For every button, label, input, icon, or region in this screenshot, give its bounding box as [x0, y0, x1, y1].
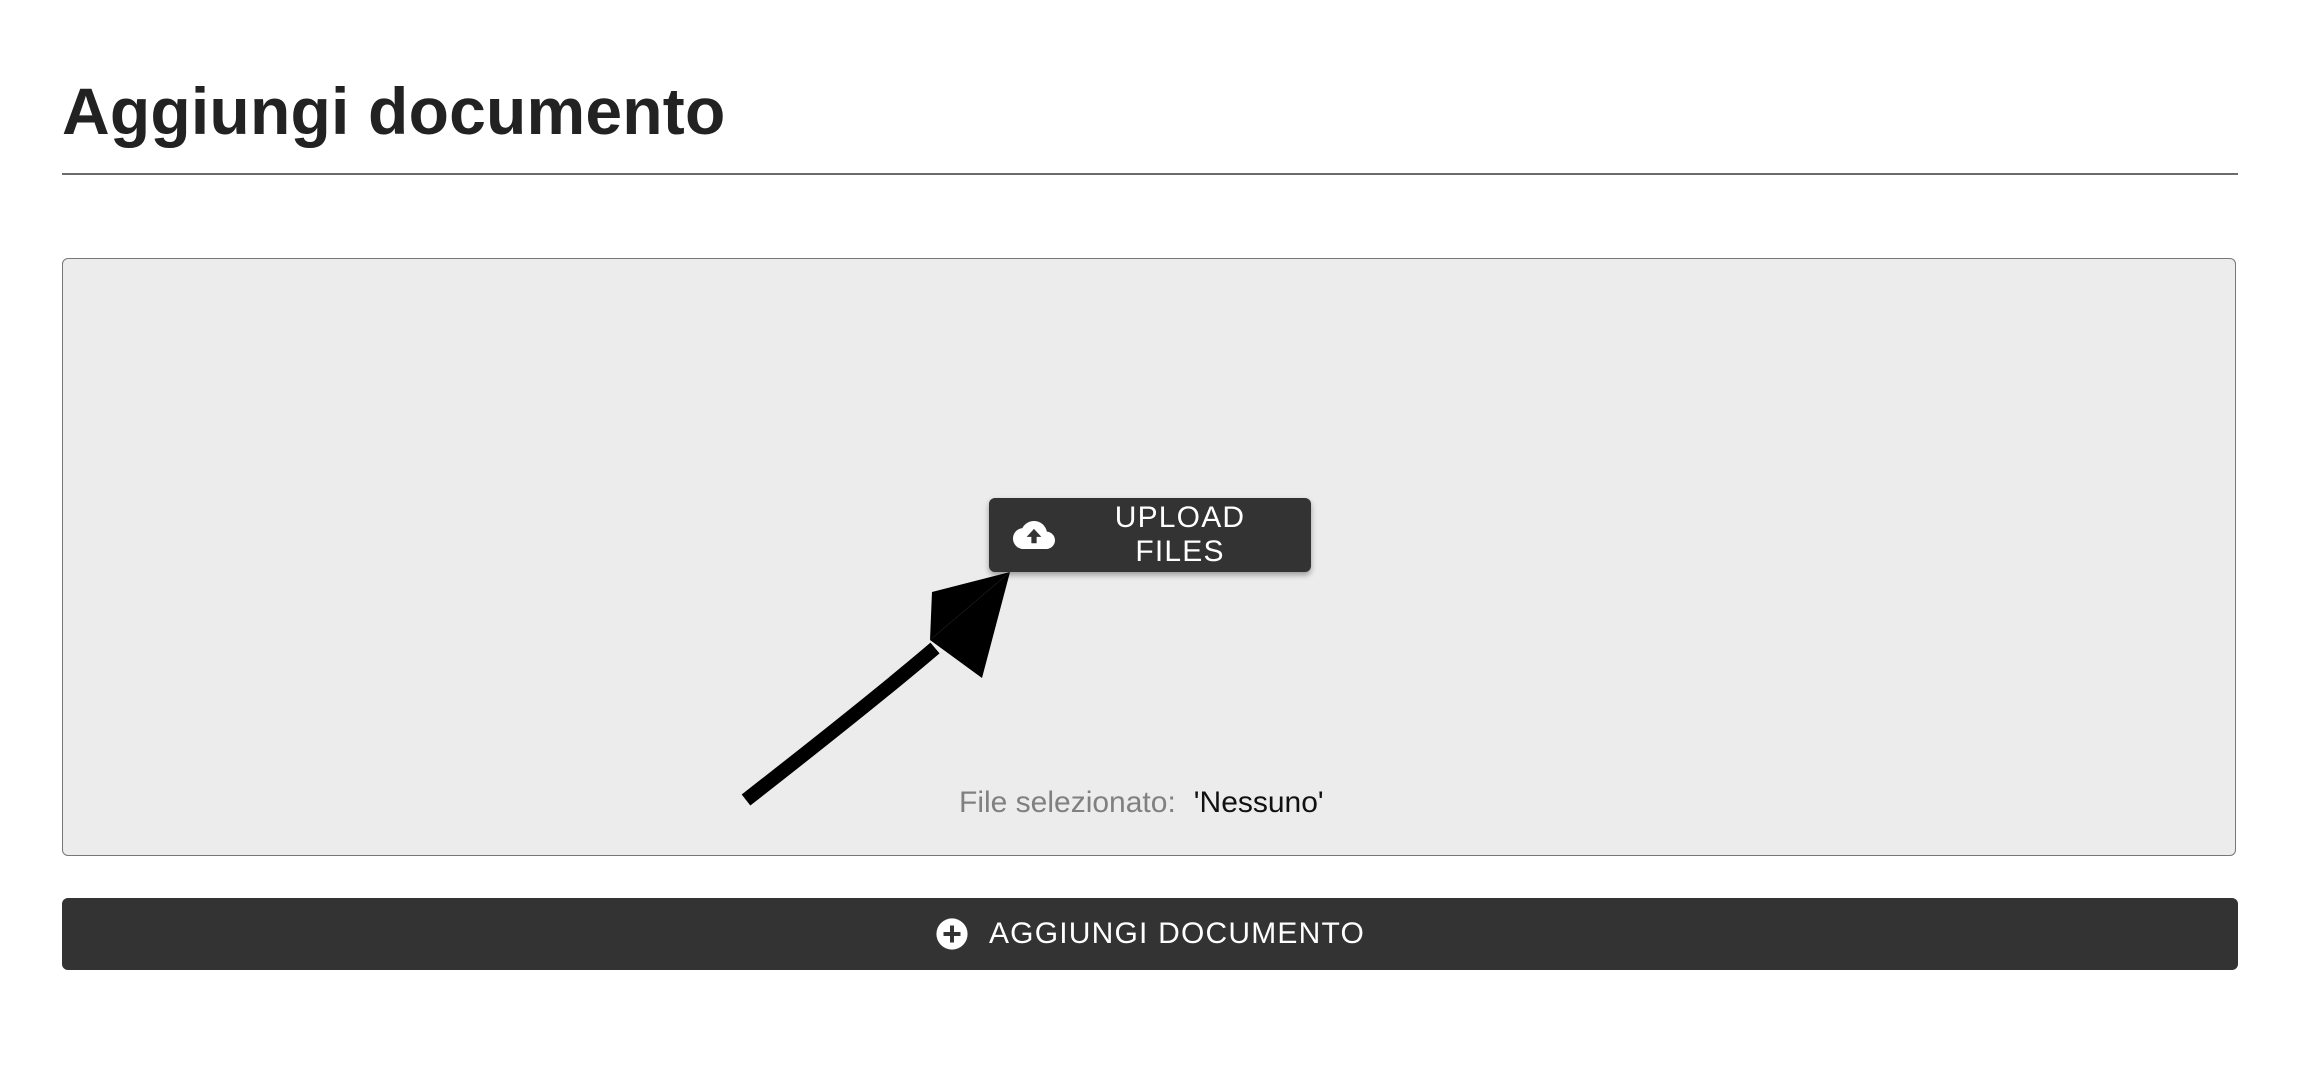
selected-file-label: File selezionato: — [959, 786, 1176, 819]
cloud-upload-icon — [1013, 514, 1055, 556]
selected-file-row: File selezionato: 'Nessuno' — [959, 786, 1324, 820]
add-document-label: AGGIUNGI DOCUMENTO — [988, 917, 1366, 950]
page-title: Aggiungi documento — [62, 74, 726, 148]
title-divider — [62, 173, 2238, 175]
upload-files-label: UPLOAD FILES — [1114, 501, 1246, 568]
upload-files-button[interactable]: UPLOAD FILES — [989, 498, 1311, 572]
arrow-pointer-icon — [741, 572, 1010, 806]
plus-circle-icon — [935, 917, 969, 951]
add-document-button[interactable]: AGGIUNGI DOCUMENTO — [62, 898, 2238, 970]
selected-file-value: 'Nessuno' — [1193, 786, 1324, 819]
